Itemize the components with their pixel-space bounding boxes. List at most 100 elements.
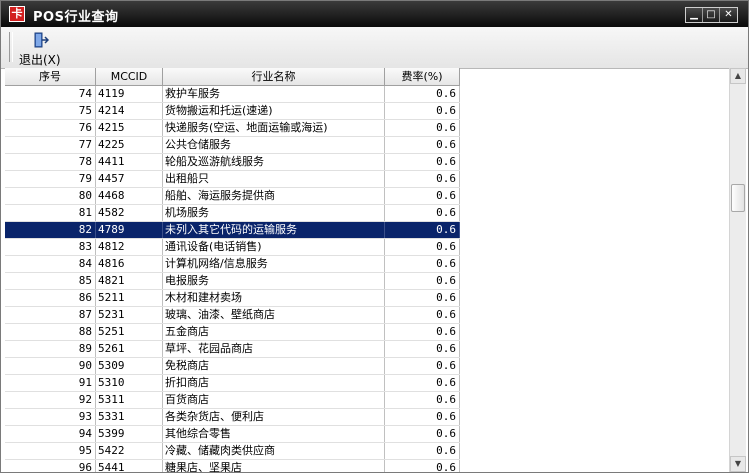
- cell-index: 93: [5, 409, 96, 425]
- table-row[interactable]: 85 4821 电报服务 0.6: [5, 273, 460, 290]
- column-header-index[interactable]: 序号: [5, 68, 96, 85]
- cell-mccid: 5311: [96, 392, 163, 408]
- vertical-scrollbar[interactable]: ▲ ▼: [729, 68, 746, 472]
- cell-industry-name: 草坪、花园品商店: [163, 341, 385, 357]
- cell-index: 88: [5, 324, 96, 340]
- table-row[interactable]: 92 5311 百货商店 0.6: [5, 392, 460, 409]
- table-row[interactable]: 74 4119 救护车服务 0.6: [5, 86, 460, 103]
- cell-index: 82: [5, 222, 96, 238]
- cell-industry-name: 木材和建材卖场: [163, 290, 385, 306]
- table-row[interactable]: 89 5261 草坪、花园品商店 0.6: [5, 341, 460, 358]
- cell-rate: 0.6: [385, 426, 460, 442]
- cell-rate: 0.6: [385, 307, 460, 323]
- cell-mccid: 4215: [96, 120, 163, 136]
- close-button[interactable]: ✕: [720, 8, 737, 22]
- cell-index: 83: [5, 239, 96, 255]
- table-row[interactable]: 83 4812 通讯设备(电话销售) 0.6: [5, 239, 460, 256]
- table-row[interactable]: 82 4789 未列入其它代码的运输服务 0.6: [5, 222, 460, 239]
- cell-mccid: 4119: [96, 86, 163, 102]
- scroll-down-arrow-icon[interactable]: ▼: [730, 456, 746, 472]
- cell-industry-name: 各类杂货店、便利店: [163, 409, 385, 425]
- minimize-button[interactable]: ▁: [686, 8, 703, 22]
- cell-mccid: 4821: [96, 273, 163, 289]
- cell-industry-name: 公共仓储服务: [163, 137, 385, 153]
- table-row[interactable]: 80 4468 船舶、海运服务提供商 0.6: [5, 188, 460, 205]
- table-row[interactable]: 91 5310 折扣商店 0.6: [5, 375, 460, 392]
- table-row[interactable]: 96 5441 糖果店、坚果店 0.6: [5, 460, 460, 472]
- app-icon: 卡: [9, 6, 25, 22]
- cell-mccid: 5310: [96, 375, 163, 391]
- cell-mccid: 4582: [96, 205, 163, 221]
- column-header-mccid[interactable]: MCCID: [96, 68, 163, 85]
- cell-industry-name: 通讯设备(电话销售): [163, 239, 385, 255]
- cell-industry-name: 玻璃、油漆、壁纸商店: [163, 307, 385, 323]
- table-row[interactable]: 84 4816 计算机网络/信息服务 0.6: [5, 256, 460, 273]
- cell-mccid: 5261: [96, 341, 163, 357]
- cell-index: 86: [5, 290, 96, 306]
- table-row[interactable]: 94 5399 其他综合零售 0.6: [5, 426, 460, 443]
- cell-mccid: 4816: [96, 256, 163, 272]
- cell-industry-name: 未列入其它代码的运输服务: [163, 222, 385, 238]
- cell-index: 77: [5, 137, 96, 153]
- cell-index: 94: [5, 426, 96, 442]
- table-row[interactable]: 90 5309 免税商店 0.6: [5, 358, 460, 375]
- table-row[interactable]: 75 4214 货物搬运和托运(速递) 0.6: [5, 103, 460, 120]
- cell-mccid: 4468: [96, 188, 163, 204]
- toolbar-grip[interactable]: [9, 32, 13, 62]
- window-title: POS行业查询: [33, 10, 119, 25]
- table-row[interactable]: 78 4411 轮船及巡游航线服务 0.6: [5, 154, 460, 171]
- cell-industry-name: 轮船及巡游航线服务: [163, 154, 385, 170]
- cell-index: 78: [5, 154, 96, 170]
- cell-industry-name: 货物搬运和托运(速递): [163, 103, 385, 119]
- table-row[interactable]: 76 4215 快递服务(空运、地面运输或海运) 0.6: [5, 120, 460, 137]
- cell-industry-name: 其他综合零售: [163, 426, 385, 442]
- industry-table: 序号 MCCID 行业名称 费率(%) 74 4119 救护车服务 0.6 75 4214…: [5, 68, 729, 472]
- window-controls: ▁ □ ✕: [685, 7, 738, 23]
- cell-rate: 0.6: [385, 324, 460, 340]
- exit-door-icon: [34, 32, 49, 48]
- cell-index: 92: [5, 392, 96, 408]
- cell-industry-name: 糖果店、坚果店: [163, 460, 385, 472]
- cell-industry-name: 五金商店: [163, 324, 385, 340]
- table-row[interactable]: 86 5211 木材和建材卖场 0.6: [5, 290, 460, 307]
- cell-index: 74: [5, 86, 96, 102]
- table-body: 74 4119 救护车服务 0.6 75 4214 货物搬运和托运(速递) 0.6 76 4215…: [5, 86, 460, 472]
- cell-rate: 0.6: [385, 460, 460, 472]
- cell-index: 84: [5, 256, 96, 272]
- table-row[interactable]: 93 5331 各类杂货店、便利店 0.6: [5, 409, 460, 426]
- pos-industry-query-window: 卡 POS行业查询 ▁ □ ✕ 退出(X) 序号 MCCID 行业名称 费率(%…: [0, 0, 749, 473]
- cell-industry-name: 冷藏、储藏肉类供应商: [163, 443, 385, 459]
- exit-button[interactable]: 退出(X): [17, 30, 65, 67]
- cell-index: 85: [5, 273, 96, 289]
- table-row[interactable]: 95 5422 冷藏、储藏肉类供应商 0.6: [5, 443, 460, 460]
- column-header-industry-name[interactable]: 行业名称: [163, 68, 385, 85]
- cell-industry-name: 电报服务: [163, 273, 385, 289]
- cell-index: 87: [5, 307, 96, 323]
- cell-index: 95: [5, 443, 96, 459]
- maximize-button[interactable]: □: [703, 8, 720, 22]
- cell-rate: 0.6: [385, 205, 460, 221]
- close-icon: ✕: [724, 9, 733, 20]
- scroll-up-arrow-icon[interactable]: ▲: [730, 68, 746, 84]
- cell-industry-name: 快递服务(空运、地面运输或海运): [163, 120, 385, 136]
- cell-industry-name: 船舶、海运服务提供商: [163, 188, 385, 204]
- table-row[interactable]: 87 5231 玻璃、油漆、壁纸商店 0.6: [5, 307, 460, 324]
- cell-mccid: 5441: [96, 460, 163, 472]
- cell-mccid: 5331: [96, 409, 163, 425]
- cell-rate: 0.6: [385, 409, 460, 425]
- column-header-rate[interactable]: 费率(%): [385, 68, 460, 85]
- table-row[interactable]: 77 4225 公共仓储服务 0.6: [5, 137, 460, 154]
- cell-rate: 0.6: [385, 137, 460, 153]
- cell-rate: 0.6: [385, 171, 460, 187]
- title-bar[interactable]: 卡 POS行业查询 ▁ □ ✕: [1, 1, 748, 27]
- cell-mccid: 4225: [96, 137, 163, 153]
- table-row[interactable]: 81 4582 机场服务 0.6: [5, 205, 460, 222]
- table-row[interactable]: 88 5251 五金商店 0.6: [5, 324, 460, 341]
- scroll-thumb[interactable]: [731, 184, 745, 212]
- table-row[interactable]: 79 4457 出租船只 0.6: [5, 171, 460, 188]
- cell-mccid: 5422: [96, 443, 163, 459]
- cell-industry-name: 计算机网络/信息服务: [163, 256, 385, 272]
- cell-index: 76: [5, 120, 96, 136]
- cell-industry-name: 免税商店: [163, 358, 385, 374]
- cell-rate: 0.6: [385, 392, 460, 408]
